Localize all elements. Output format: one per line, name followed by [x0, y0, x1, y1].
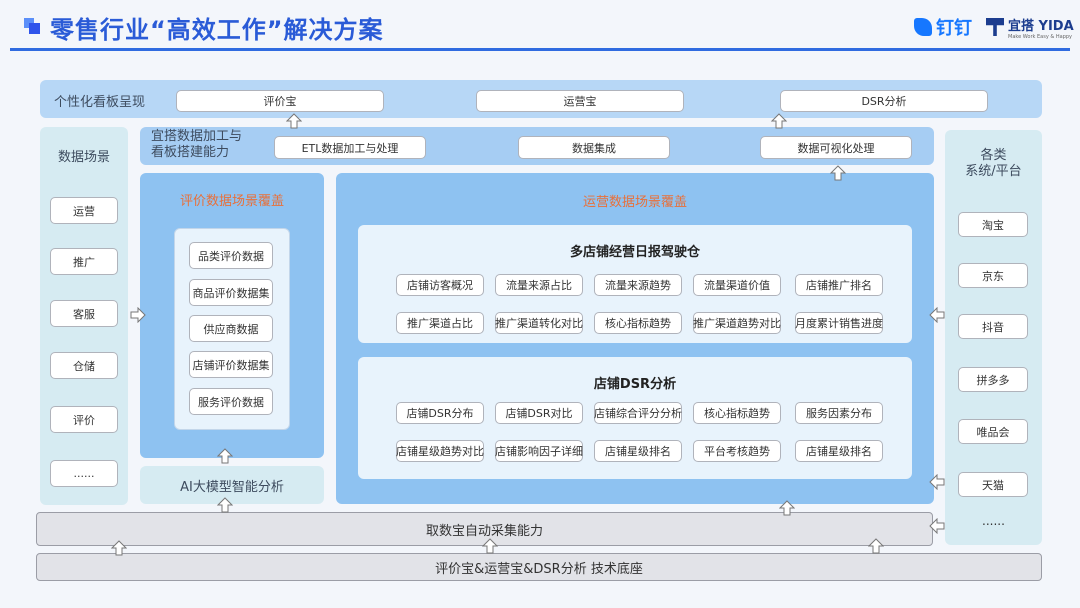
up-arrow-icon: [482, 538, 498, 554]
cockpit-title: 多店铺经营日报驾驶仓: [569, 245, 700, 260]
dsr-item: 店铺综合评分分析: [594, 402, 682, 424]
dashboard-item-dsr: DSR分析: [780, 90, 988, 112]
left-arrow-icon: [929, 518, 945, 534]
dsr-item: 店铺影响因子详细: [495, 440, 583, 462]
cockpit-item: 流量来源趋势: [594, 274, 682, 296]
up-arrow-icon: [111, 540, 127, 556]
dsr-item: 服务因素分布: [795, 402, 883, 424]
scene-item-ops: 运营: [50, 197, 118, 224]
platform-item-vip: 唯品会: [958, 419, 1028, 444]
up-arrow-icon: [286, 113, 302, 129]
dashboard-item-ops: 运营宝: [476, 90, 684, 112]
yida-logo: 宜搭 YIDA Make Work Easy & Happy: [986, 14, 1074, 40]
platform-item-jd: 京东: [958, 263, 1028, 288]
foundation-bar: 评价宝&运营宝&DSR分析 技术底座: [36, 553, 1042, 581]
platforms-title: 各类 系统/平台: [965, 148, 1022, 179]
dsr-item: 店铺DSR分布: [396, 402, 484, 424]
dsr-item: 店铺星级趋势对比: [396, 440, 484, 462]
page-title: 零售行业“高效工作”解决方案: [50, 16, 384, 44]
cockpit-item: 推广渠道占比: [396, 312, 484, 334]
scene-item-more: ......: [50, 460, 118, 487]
review-coverage-title: 评价数据场景覆盖: [179, 194, 284, 209]
title-square-icon: [24, 18, 40, 34]
review-item-product: 商品评价数据集: [189, 279, 273, 306]
scene-item-warehouse: 仓储: [50, 352, 118, 379]
up-arrow-icon: [779, 500, 795, 516]
cockpit-item: 月度累计销售进度: [795, 312, 883, 334]
platform-item-pinduoduo: 拼多多: [958, 367, 1028, 392]
platform-item-douyin: 抖音: [958, 314, 1028, 339]
yida-brand-slogan: Make Work Easy & Happy: [1008, 33, 1073, 40]
scene-item-review: 评价: [50, 406, 118, 433]
review-item-category: 品类评价数据: [189, 242, 273, 269]
processing-item-visualization: 数据可视化处理: [760, 136, 912, 159]
processing-item-etl: ETL数据加工与处理: [274, 136, 426, 159]
cockpit-item: 流量来源占比: [495, 274, 583, 296]
review-item-store: 店铺评价数据集: [189, 351, 273, 378]
up-arrow-icon: [771, 113, 787, 129]
review-item-supplier: 供应商数据: [189, 315, 273, 342]
platform-item-taobao: 淘宝: [958, 212, 1028, 237]
dingtalk-icon: [914, 18, 932, 36]
platform-more: ......: [982, 514, 1005, 528]
cockpit-item: 推广渠道转化对比: [495, 312, 583, 334]
up-arrow-icon: [217, 497, 233, 513]
data-scenes-title: 数据场景: [57, 150, 110, 165]
dsr-item: 店铺DSR对比: [495, 402, 583, 424]
title-underline: [10, 48, 1070, 51]
cockpit-item: 流量渠道价值: [693, 274, 781, 296]
scene-item-promo: 推广: [50, 248, 118, 275]
dingtalk-brand-text: 钉钉: [936, 18, 972, 39]
processing-row-label: 宜搭数据加工与 看板搭建能力: [151, 129, 243, 160]
dsr-item: 店铺星级排名: [795, 440, 883, 462]
right-arrow-icon: [130, 307, 146, 323]
left-arrow-icon: [929, 307, 945, 323]
dsr-item: 核心指标趋势: [693, 402, 781, 424]
review-item-service: 服务评价数据: [189, 388, 273, 415]
dashboard-item-review: 评价宝: [176, 90, 384, 112]
processing-item-integration: 数据集成: [518, 136, 670, 159]
dashboard-row-label: 个性化看板呈现: [54, 95, 146, 110]
scene-item-service: 客服: [50, 300, 118, 327]
up-arrow-icon: [217, 448, 233, 464]
up-arrow-icon: [868, 538, 884, 554]
platform-item-tmall: 天猫: [958, 472, 1028, 497]
cockpit-item: 推广渠道趋势对比: [693, 312, 781, 334]
cockpit-item: 店铺访客概况: [396, 274, 484, 296]
yida-icon: [986, 18, 1004, 36]
cockpit-item: 核心指标趋势: [594, 312, 682, 334]
dingtalk-logo: 钉钉: [914, 14, 972, 40]
ops-coverage-title: 运营数据场景覆盖: [582, 195, 687, 210]
dsr-item: 平台考核趋势: [693, 440, 781, 462]
up-arrow-icon: [830, 165, 846, 181]
dsr-title: 店铺DSR分析: [593, 377, 677, 392]
yida-brand-text: 宜搭 YIDA: [1008, 18, 1074, 34]
dsr-item: 店铺星级排名: [594, 440, 682, 462]
cockpit-item: 店铺推广排名: [795, 274, 883, 296]
left-arrow-icon: [929, 474, 945, 490]
